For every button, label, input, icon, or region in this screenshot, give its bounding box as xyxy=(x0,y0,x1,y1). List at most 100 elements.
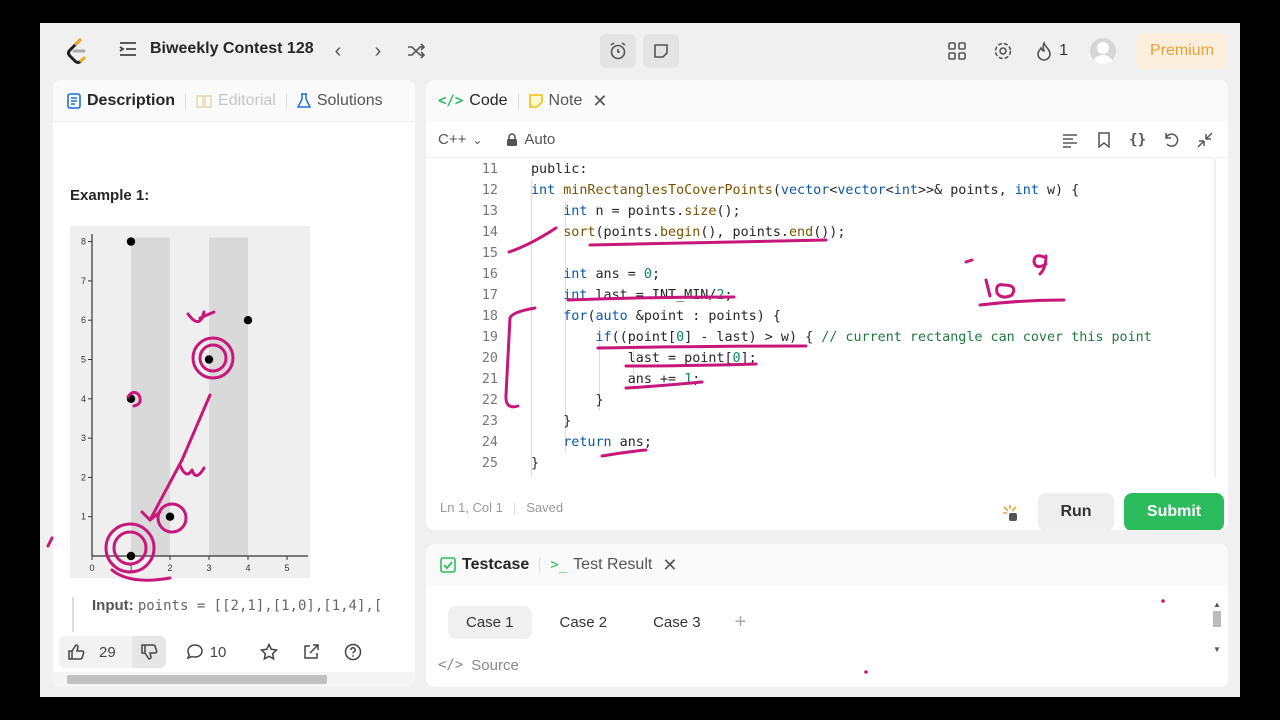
source-link[interactable]: </> Source xyxy=(438,657,519,674)
checkbox-icon xyxy=(440,557,456,573)
data-point xyxy=(126,394,136,403)
problem-list-nav[interactable]: Biweekly Contest 128 xyxy=(118,40,314,58)
scrollbar-thumb[interactable] xyxy=(67,675,327,684)
testcase-panel: Testcase >_ Test Result ✕ Case 1 Case 2 … xyxy=(426,544,1228,687)
star-icon[interactable] xyxy=(260,643,279,661)
alarm-clock-icon xyxy=(610,42,626,60)
add-case-button[interactable]: + xyxy=(729,606,753,639)
scroll-down-icon[interactable]: ▼ xyxy=(1212,645,1222,654)
braces-icon[interactable]: {} xyxy=(1129,132,1146,148)
tab-test-result[interactable]: >_ Test Result ✕ xyxy=(550,555,677,576)
plot-background xyxy=(70,226,310,578)
contest-title[interactable]: Biweekly Contest 128 xyxy=(150,40,314,58)
line-number: 23 xyxy=(481,414,498,429)
avatar[interactable] xyxy=(1089,38,1116,64)
language-select[interactable]: C++ ⌄ xyxy=(438,131,482,148)
code-editor[interactable]: 11 public: 12 int minRectanglesToCoverPoint… xyxy=(426,159,1214,477)
tab-testcase[interactable]: Testcase xyxy=(440,556,529,574)
scrollbar-thumb[interactable] xyxy=(1213,611,1221,627)
data-point xyxy=(204,355,214,364)
line-number: 13 xyxy=(481,204,498,219)
line-number: 25 xyxy=(481,456,498,471)
comment-count: 10 xyxy=(209,643,227,661)
collapse-icon[interactable] xyxy=(1196,131,1214,149)
streak-counter[interactable]: 1 xyxy=(1035,41,1068,61)
case-tab[interactable]: Case 3 xyxy=(635,606,719,639)
submit-button[interactable]: Submit xyxy=(1124,493,1224,530)
tab-editorial-label: Editorial xyxy=(218,91,276,109)
chevron-left-icon[interactable]: ‹ xyxy=(328,41,348,61)
layout-grid-icon[interactable] xyxy=(947,41,967,61)
document-icon xyxy=(67,92,81,109)
note-icon xyxy=(528,94,543,108)
example-title: Example 1: xyxy=(70,187,150,204)
code-icon: </> xyxy=(438,93,464,109)
code-text: if((point[0] - last) > w) { // current r… xyxy=(595,330,1152,345)
code-panel: </> Code Note ✕ C++ ⌄ Auto {} 11 public:… xyxy=(426,80,1228,530)
x-tick-label: 1 xyxy=(128,563,133,573)
x-tick-label: 2 xyxy=(167,563,172,573)
y-tick-label: 4 xyxy=(81,394,86,404)
format-icon[interactable] xyxy=(1061,131,1079,149)
save-status: Saved xyxy=(526,500,564,515)
line-number: 22 xyxy=(481,393,498,408)
input-value: points = [[2,1],[1,0],[1,4],[ xyxy=(137,598,383,614)
tab-solutions[interactable]: Solutions xyxy=(296,91,383,110)
close-icon[interactable]: ✕ xyxy=(662,555,677,576)
test-scrollbar[interactable]: ▲ ▼ xyxy=(1212,600,1222,656)
code-text: public: xyxy=(531,162,588,177)
data-point xyxy=(243,316,253,325)
y-tick-label: 7 xyxy=(81,276,86,286)
terminal-icon: >_ xyxy=(550,557,568,573)
notes-button[interactable] xyxy=(643,34,679,68)
horizontal-scrollbar[interactable] xyxy=(53,672,415,687)
shuffle-icon[interactable] xyxy=(406,41,426,61)
lock-icon xyxy=(507,132,518,146)
tab-solutions-label: Solutions xyxy=(316,91,383,109)
tab-code[interactable]: </> Code xyxy=(438,92,508,110)
code-text: for(auto &point : points) { xyxy=(563,309,781,324)
case-tab[interactable]: Case 1 xyxy=(448,606,532,639)
editor-toolbar: C++ ⌄ Auto {} xyxy=(426,122,1228,158)
line-number: 11 xyxy=(481,162,498,177)
close-icon[interactable]: ✕ xyxy=(592,91,607,112)
code-text: int minRectanglesToCoverPoints(vector<ve… xyxy=(531,183,1080,198)
tab-note[interactable]: Note ✕ xyxy=(528,91,607,112)
dislike-button[interactable] xyxy=(131,636,166,668)
rectangle-band xyxy=(209,237,248,556)
share-icon[interactable] xyxy=(302,643,320,661)
x-tick-label: 5 xyxy=(284,563,289,573)
comments-button[interactable]: 10 xyxy=(186,643,227,661)
run-button[interactable]: Run xyxy=(1038,493,1114,530)
rectangle-band xyxy=(131,237,170,556)
bookmark-icon[interactable] xyxy=(1095,131,1113,149)
reset-icon[interactable] xyxy=(1162,131,1180,149)
x-tick-label: 3 xyxy=(206,563,211,573)
scroll-up-icon[interactable]: ▲ xyxy=(1212,600,1222,609)
editor-scrollbar[interactable] xyxy=(1214,159,1216,477)
code-text: } xyxy=(531,456,540,471)
auto-mode[interactable]: Auto xyxy=(506,131,555,148)
like-button[interactable]: 29 xyxy=(59,636,132,668)
x-tick-label: 0 xyxy=(89,563,94,573)
y-tick-label: 5 xyxy=(81,355,86,365)
tab-note-label: Note xyxy=(548,92,583,109)
data-point xyxy=(126,551,136,561)
timer-button[interactable] xyxy=(600,34,636,68)
case-tab[interactable]: Case 2 xyxy=(542,606,626,639)
tab-divider xyxy=(517,93,519,109)
chevron-right-icon[interactable]: › xyxy=(368,41,388,61)
tab-test-result-label: Test Result xyxy=(573,556,653,573)
list-icon xyxy=(119,42,136,56)
premium-button[interactable]: Premium xyxy=(1135,33,1228,69)
description-footer: 29 10 xyxy=(53,632,415,672)
editor-actions: {} xyxy=(1061,131,1228,149)
debug-icon[interactable] xyxy=(1000,503,1020,523)
code-text: int n = points.size(); xyxy=(563,204,741,219)
tab-editorial[interactable]: Editorial xyxy=(196,92,276,110)
gear-icon[interactable] xyxy=(993,41,1013,61)
tab-description[interactable]: Description xyxy=(67,92,175,110)
help-icon[interactable] xyxy=(344,643,362,661)
leetcode-logo-icon[interactable] xyxy=(64,37,90,65)
code-text: int ans = 0; xyxy=(563,267,660,282)
